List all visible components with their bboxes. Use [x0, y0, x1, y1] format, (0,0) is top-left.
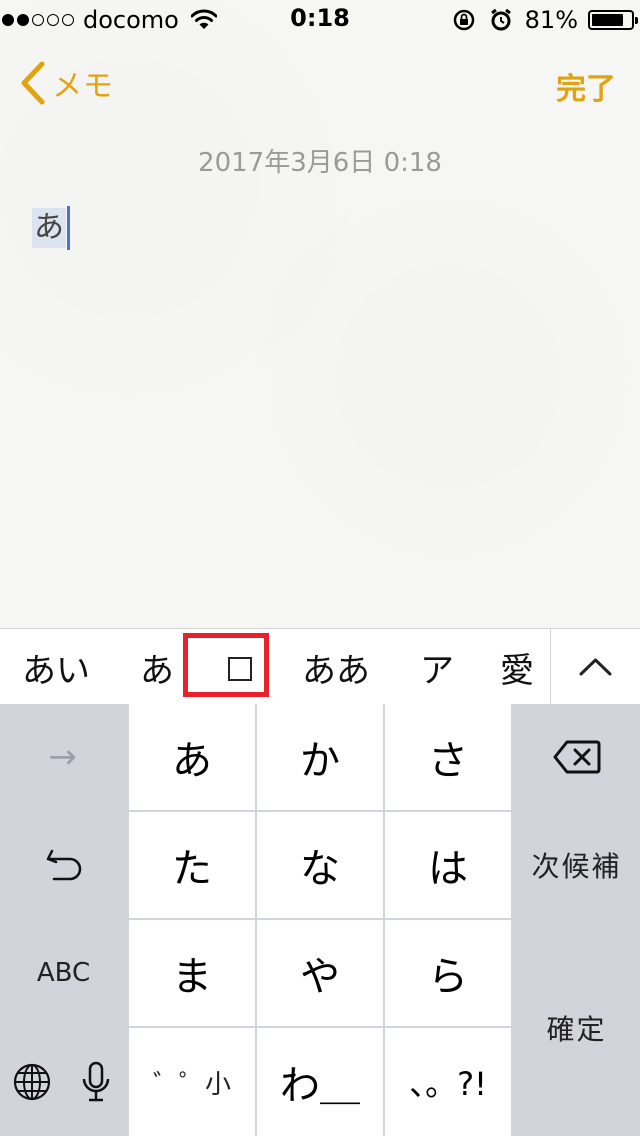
candidate-item[interactable]: あ — [140, 643, 174, 692]
key-ka[interactable]: か — [257, 704, 383, 810]
alarm-icon — [490, 8, 511, 31]
text-cursor — [67, 206, 70, 250]
key-label: な — [300, 846, 340, 892]
candidate-item[interactable]: ア — [420, 643, 454, 692]
abc-key[interactable]: ABC — [0, 920, 127, 1026]
delete-key[interactable] — [513, 704, 640, 810]
globe-icon — [13, 1063, 50, 1101]
key-label: わ＿ — [280, 1063, 360, 1109]
key-sa[interactable]: さ — [385, 704, 511, 810]
done-button[interactable]: 完了 — [556, 64, 616, 108]
key-ha[interactable]: は — [385, 812, 511, 918]
chevron-left-icon — [21, 61, 45, 105]
key-label: ABC — [36, 958, 91, 988]
key-ya[interactable]: や — [257, 920, 383, 1026]
globe-key[interactable] — [0, 1028, 63, 1136]
delete-icon — [553, 740, 600, 774]
key-label: ゛゜小 — [152, 1069, 231, 1100]
candidate-item[interactable]: あい — [22, 643, 90, 692]
battery-fill — [592, 14, 623, 26]
key-label: 次候補 — [531, 850, 622, 883]
back-label: メモ — [52, 69, 114, 104]
punctuation-key[interactable]: 、。?! — [385, 1028, 511, 1136]
orientation-lock-icon — [453, 9, 474, 31]
key-na[interactable]: な — [257, 812, 383, 918]
navigation-bar: メモ 完了 — [0, 40, 640, 128]
cursor-right-key[interactable]: → — [0, 704, 127, 810]
key-label: ら — [428, 954, 468, 1000]
candidate-highlight-box[interactable] — [183, 633, 269, 697]
confirm-key[interactable]: 確定 — [513, 920, 640, 1136]
key-ra[interactable]: ら — [385, 920, 511, 1026]
key-label: か — [300, 738, 340, 784]
undo-icon — [46, 849, 81, 881]
battery-percent: 81% — [524, 6, 578, 34]
candidate-item[interactable]: ああ — [302, 643, 370, 692]
key-label: た — [172, 846, 212, 892]
key-label: は — [428, 846, 468, 892]
candidate-item[interactable]: 愛 — [500, 643, 534, 692]
key-label: ま — [172, 954, 212, 1000]
note-text-area[interactable]: あ — [32, 206, 70, 250]
marked-text: あ — [32, 208, 66, 248]
undo-key[interactable] — [0, 812, 127, 918]
key-label: さ — [428, 738, 468, 784]
note-date: 2017年3月6日 0:18 — [198, 148, 442, 178]
battery-icon — [588, 10, 638, 30]
key-label: あ — [172, 738, 212, 784]
back-button[interactable]: メモ — [20, 60, 114, 106]
keyboard: → あ か さ た な は 次候補 ABC ま や ら 確定 ゛゜小 わ＿ 、。… — [0, 704, 640, 1136]
key-ma[interactable]: ま — [129, 920, 255, 1026]
key-label: 、。?! — [409, 1065, 487, 1103]
status-bar: docomo 0:18 81% — [0, 0, 640, 40]
key-label: や — [300, 954, 340, 1000]
chevron-up-icon — [579, 658, 612, 676]
candidate-bar: あい あ ああ ア 愛 — [0, 628, 640, 705]
key-wa[interactable]: わ＿ — [257, 1028, 383, 1136]
key-ta[interactable]: た — [129, 812, 255, 918]
dictation-key[interactable] — [65, 1028, 127, 1136]
key-a[interactable]: あ — [129, 704, 255, 810]
key-label: 確定 — [546, 1013, 607, 1046]
microphone-icon — [82, 1061, 110, 1102]
arrow-right-icon: → — [48, 737, 79, 777]
expand-candidates-button[interactable] — [551, 629, 640, 705]
next-candidate-key[interactable]: 次候補 — [513, 812, 640, 918]
dakuten-key[interactable]: ゛゜小 — [129, 1028, 255, 1136]
empty-square-candidate — [228, 657, 252, 681]
